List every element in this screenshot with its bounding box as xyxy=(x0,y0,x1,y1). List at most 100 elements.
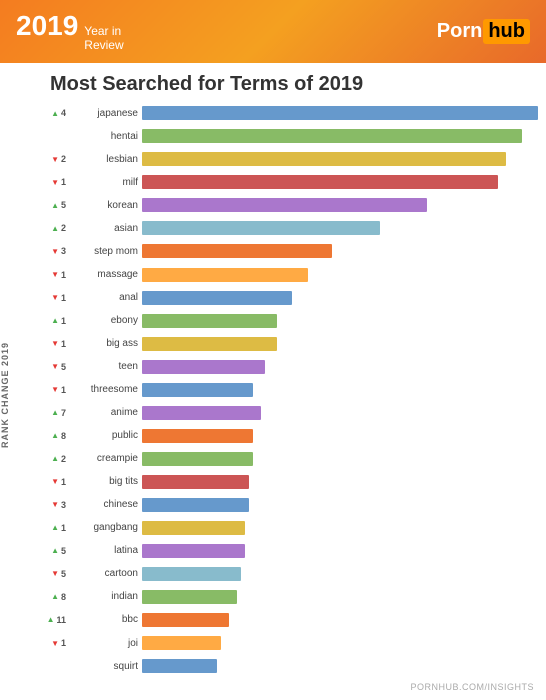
rank-item: ▲1 xyxy=(16,312,66,330)
down-arrow-icon: ▼ xyxy=(51,339,59,348)
bar-track xyxy=(142,383,538,397)
bar-track xyxy=(142,613,538,627)
up-arrow-icon: ▲ xyxy=(51,224,59,233)
bar-track xyxy=(142,567,538,581)
rank-item: ▲11 xyxy=(16,611,66,629)
bar-row: lesbian xyxy=(66,150,538,168)
bar-fill xyxy=(142,291,292,305)
bar-label: joi xyxy=(66,638,138,649)
bar-row: joi xyxy=(66,634,538,652)
bar-track xyxy=(142,636,538,650)
bar-fill xyxy=(142,613,229,627)
logo-hub: hub xyxy=(483,19,530,44)
down-arrow-icon: ▼ xyxy=(51,155,59,164)
bar-track xyxy=(142,475,538,489)
rank-item: ▼5 xyxy=(16,565,66,583)
rank-item: ▲4 xyxy=(16,104,66,122)
down-arrow-icon: ▼ xyxy=(51,362,59,371)
rank-item: ▲5 xyxy=(16,542,66,560)
down-arrow-icon: ▼ xyxy=(51,639,59,648)
bar-track xyxy=(142,659,538,673)
bar-track xyxy=(142,152,538,166)
bar-fill xyxy=(142,659,217,673)
bar-fill xyxy=(142,314,277,328)
rank-column: ▲4▼2▼1▲5▲2▼3▼1▼1▲1▼1▼5▼1▲7▲8▲2▼1▼3▲1▲5▼5… xyxy=(16,100,66,680)
bar-fill xyxy=(142,406,261,420)
bar-label: step mom xyxy=(66,246,138,257)
bar-row: step mom xyxy=(66,242,538,260)
up-arrow-icon: ▲ xyxy=(51,109,59,118)
bar-track xyxy=(142,244,538,258)
bar-fill xyxy=(142,175,498,189)
bar-track xyxy=(142,106,538,120)
rank-item: ▼1 xyxy=(16,473,66,491)
down-arrow-icon: ▼ xyxy=(51,385,59,394)
bar-track xyxy=(142,129,538,143)
down-arrow-icon: ▼ xyxy=(51,293,59,302)
down-arrow-icon: ▼ xyxy=(51,270,59,279)
rank-item: ▲2 xyxy=(16,450,66,468)
rank-item: ▼1 xyxy=(16,634,66,652)
bar-label: threesome xyxy=(66,384,138,395)
bar-row: latina xyxy=(66,542,538,560)
rank-item: ▼1 xyxy=(16,335,66,353)
bar-row: creampie xyxy=(66,450,538,468)
up-arrow-icon: ▲ xyxy=(51,592,59,601)
bar-track xyxy=(142,198,538,212)
bar-row: gangbang xyxy=(66,519,538,537)
rank-item: ▲5 xyxy=(16,196,66,214)
bar-label: teen xyxy=(66,361,138,372)
year-subtitle: Year in Review xyxy=(84,24,123,53)
bar-row: hentai xyxy=(66,127,538,145)
rank-item: ▼1 xyxy=(16,266,66,284)
header: 2019 Year in Review Porn hub xyxy=(0,0,546,63)
bar-row: cartoon xyxy=(66,565,538,583)
chart-area: RANK CHANGE 2019 ▲4 ▼2 ▼1 ▲5 ▲2 ▼3 ▼1 ▼1 ▲1 ▼1 ▼5 ▼… xyxy=(0,100,546,680)
bar-fill xyxy=(142,452,253,466)
y-axis-label: RANK CHANGE 2019 xyxy=(0,110,16,680)
bar-fill xyxy=(142,360,265,374)
bar-row: asian xyxy=(66,219,538,237)
bar-fill xyxy=(142,544,245,558)
bar-row: squirt xyxy=(66,657,538,675)
bar-fill xyxy=(142,198,427,212)
bar-row: indian xyxy=(66,588,538,606)
bar-label: gangbang xyxy=(66,522,138,533)
bar-label: cartoon xyxy=(66,568,138,579)
bar-label: hentai xyxy=(66,131,138,142)
bar-label: asian xyxy=(66,223,138,234)
bar-track xyxy=(142,360,538,374)
bar-row: anime xyxy=(66,404,538,422)
year-text: 2019 xyxy=(16,10,78,42)
rank-item: ▼3 xyxy=(16,496,66,514)
bar-fill xyxy=(142,106,538,120)
bar-row: public xyxy=(66,427,538,445)
bar-track xyxy=(142,291,538,305)
bar-fill xyxy=(142,521,245,535)
bar-track xyxy=(142,221,538,235)
bar-label: milf xyxy=(66,177,138,188)
rank-item: ▲8 xyxy=(16,427,66,445)
bar-label: public xyxy=(66,430,138,441)
up-arrow-icon: ▲ xyxy=(47,615,55,624)
bar-label: massage xyxy=(66,269,138,280)
bar-fill xyxy=(142,429,253,443)
bar-row: ebony xyxy=(66,312,538,330)
rank-item: ▼2 xyxy=(16,150,66,168)
logo: Porn hub xyxy=(437,19,530,44)
bar-label: chinese xyxy=(66,499,138,510)
bar-label: korean xyxy=(66,200,138,211)
bar-row: anal xyxy=(66,289,538,307)
bar-fill xyxy=(142,498,249,512)
rank-item: ▼1 xyxy=(16,381,66,399)
rank-number: 11 xyxy=(56,615,66,625)
bar-fill xyxy=(142,152,506,166)
bar-label: lesbian xyxy=(66,154,138,165)
bar-label: latina xyxy=(66,545,138,556)
rank-item: ▲8 xyxy=(16,588,66,606)
rank-item: ▼1 xyxy=(16,289,66,307)
up-arrow-icon: ▲ xyxy=(51,454,59,463)
bar-fill xyxy=(142,221,380,235)
bar-track xyxy=(142,314,538,328)
bar-row: massage xyxy=(66,266,538,284)
